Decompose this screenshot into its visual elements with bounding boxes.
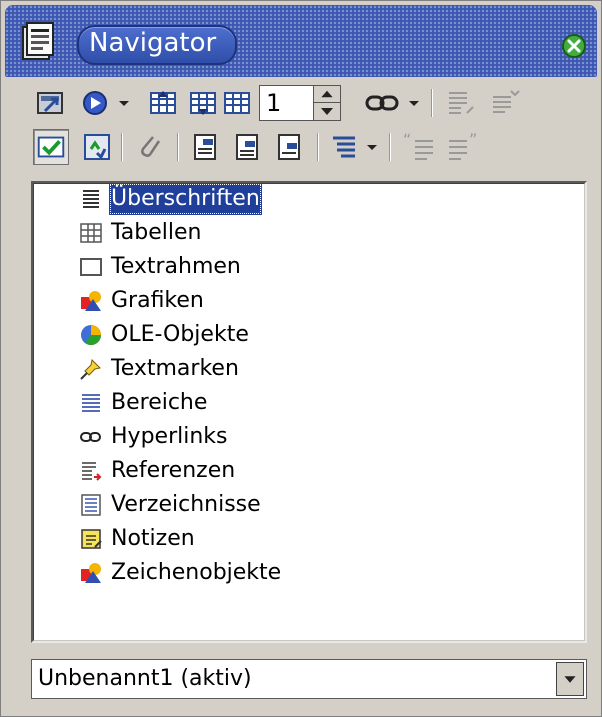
dropdown-arrow-icon[interactable] xyxy=(363,131,381,163)
toolbar-separator xyxy=(177,133,179,161)
navigator-tree[interactable]: Überschriften Tabellen Textrahmen Grafik… xyxy=(31,181,587,643)
tree-item-label: Verzeichnisse xyxy=(111,492,261,517)
title-bar[interactable]: Navigator xyxy=(5,5,597,77)
sections-icon xyxy=(82,394,100,412)
page-number-value[interactable]: 1 xyxy=(266,86,281,120)
promote-level-icon[interactable] xyxy=(445,87,477,119)
tree-item-label: Textrahmen xyxy=(111,254,241,279)
chevron-down-icon[interactable] xyxy=(556,662,584,696)
hyperlink-icon xyxy=(80,432,101,442)
close-icon[interactable] xyxy=(561,33,587,59)
demote-level-icon[interactable] xyxy=(489,87,521,119)
navigator-window: Navigator 1 “ ” Überschriften Tabellen T… xyxy=(0,0,602,717)
drawing-objects-icon xyxy=(81,563,101,583)
demote-chapter-icon[interactable]: ” xyxy=(445,131,485,163)
heading-levels-icon[interactable] xyxy=(329,131,361,163)
anchor-icon[interactable] xyxy=(221,87,253,119)
svg-text:“: “ xyxy=(403,131,411,149)
stepper-down-icon[interactable] xyxy=(314,103,340,120)
references-icon xyxy=(82,462,102,481)
stepper-up-icon[interactable] xyxy=(314,86,340,103)
dropdown-arrow-icon[interactable] xyxy=(115,87,133,119)
headings-icon xyxy=(83,190,99,208)
svg-text:”: ” xyxy=(469,131,477,149)
update-icon[interactable] xyxy=(81,131,113,163)
tree-item-label: Zeichenobjekte xyxy=(111,560,282,585)
window-title: Navigator xyxy=(89,28,217,58)
document-select[interactable]: Unbenannt1 (aktiv) xyxy=(31,659,587,699)
tree-item-label: Tabellen xyxy=(111,220,202,245)
document-icon xyxy=(22,22,54,60)
reminder-icon[interactable] xyxy=(133,131,165,163)
promote-chapter-icon[interactable]: “ xyxy=(401,131,441,163)
dropdown-arrow-icon[interactable] xyxy=(405,87,423,119)
previous-icon[interactable] xyxy=(147,87,179,119)
ole-object-icon xyxy=(81,325,101,345)
navigation-icon[interactable] xyxy=(79,87,111,119)
toggle-icon[interactable] xyxy=(35,87,67,119)
tree-item-label: OLE-Objekte xyxy=(111,322,249,347)
stepper-buttons xyxy=(313,86,340,120)
tree-item-label: Überschriften xyxy=(109,183,262,215)
tree-item-label: Referenzen xyxy=(111,458,236,483)
toolbar-separator xyxy=(317,133,319,161)
frame-icon xyxy=(80,258,102,276)
indexes-icon xyxy=(81,494,101,516)
header-icon[interactable] xyxy=(189,131,221,163)
tree-item-label: Hyperlinks xyxy=(111,424,228,449)
footer-icon[interactable] xyxy=(231,131,263,163)
notes-icon xyxy=(81,529,102,549)
tree-item-label: Grafiken xyxy=(111,288,204,313)
bookmark-icon xyxy=(80,358,102,380)
page-number-stepper[interactable]: 1 xyxy=(259,85,341,121)
anchor-to-text-icon[interactable] xyxy=(273,131,305,163)
toolbar-separator xyxy=(389,133,391,161)
toolbar-separator xyxy=(121,133,123,161)
next-icon[interactable] xyxy=(187,87,219,119)
graphics-icon xyxy=(81,291,101,311)
tree-item-label: Textmarken xyxy=(111,356,239,381)
toolbar-separator xyxy=(431,89,433,117)
content-view-icon[interactable] xyxy=(33,129,69,165)
tree-item-label: Bereiche xyxy=(111,390,208,415)
table-icon xyxy=(80,223,102,243)
document-select-value: Unbenannt1 (aktiv) xyxy=(38,666,252,691)
tree-item-label: Notizen xyxy=(111,526,195,551)
hyperlink-icon[interactable] xyxy=(363,87,403,119)
